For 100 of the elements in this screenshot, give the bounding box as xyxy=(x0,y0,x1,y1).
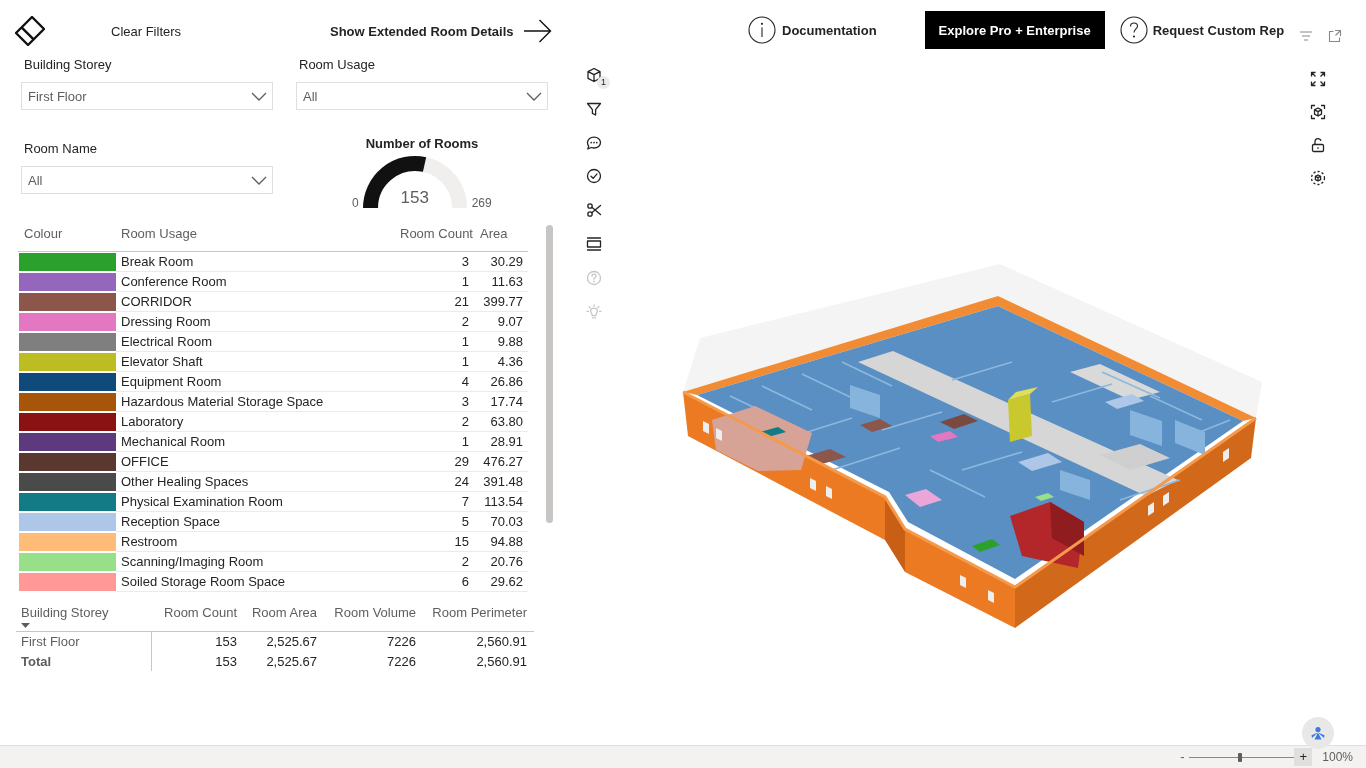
request-report-link[interactable]: Request Custom Rep xyxy=(1119,16,1285,44)
table-cell: 24 xyxy=(400,472,469,492)
table-cell: Elevator Shaft xyxy=(116,352,400,372)
cube-icon[interactable] xyxy=(586,67,602,83)
dropdown[interactable]: All xyxy=(296,82,548,110)
table-cell: 1 xyxy=(400,432,469,452)
table-cell: 1 xyxy=(400,352,469,372)
table-cell: 30.29 xyxy=(469,252,528,272)
slider-thumb[interactable] xyxy=(1237,752,1242,762)
table-cell-text: 2,560.91 xyxy=(475,633,528,651)
table-cell: Dressing Room xyxy=(116,312,400,332)
gauge-value: 153 xyxy=(399,188,430,208)
table-cell: 29 xyxy=(400,452,469,472)
table-cell: 399.77 xyxy=(469,292,528,312)
table-cell: 2 xyxy=(400,552,469,572)
table-cell-text: 2,525.67 xyxy=(265,633,317,651)
column-header: Room Usage xyxy=(120,225,198,241)
table-cell-text: 7226 xyxy=(386,652,416,671)
table-cell: 1 xyxy=(400,272,469,292)
chevron-down-icon xyxy=(251,91,267,101)
table-cell: 63.80 xyxy=(469,412,528,432)
table-cell: 4 xyxy=(400,372,469,392)
column-header[interactable]: Room Count xyxy=(164,605,237,621)
count-badge: 1 xyxy=(597,76,610,89)
comment-icon[interactable] xyxy=(586,134,602,151)
column-header[interactable]: Room Area xyxy=(251,605,317,621)
zoom-out-button[interactable]: - xyxy=(1177,748,1188,766)
table-cell: 15 xyxy=(400,532,469,552)
table-cell: 6 xyxy=(400,572,469,592)
table-cell: 26.86 xyxy=(469,372,528,392)
filter-label: Building Storey xyxy=(23,56,112,74)
table-cell: Total xyxy=(16,651,152,671)
fit-screen-icon[interactable] xyxy=(1310,71,1326,87)
arrow-right-icon xyxy=(524,19,553,43)
chevron-down-icon xyxy=(526,91,542,101)
table-cell: 17.74 xyxy=(469,392,528,412)
zoom-in-button[interactable]: + xyxy=(1294,748,1313,766)
filter-label: Room Name xyxy=(23,140,97,158)
table-cell: 11.63 xyxy=(469,272,528,292)
filter-label: Room Usage xyxy=(298,56,375,74)
table-cell: 9.88 xyxy=(469,332,528,352)
table-cell: 4.36 xyxy=(469,352,528,372)
info-icon xyxy=(748,16,776,44)
table-cell: OFFICE xyxy=(116,452,400,472)
table-cell: Restroom xyxy=(116,532,400,552)
clear-filters-button[interactable]: Clear Filters xyxy=(15,16,182,46)
table-cell: Reception Space xyxy=(116,512,400,532)
table-cell: Equipment Room xyxy=(116,372,400,392)
check-circle-icon[interactable] xyxy=(586,168,602,185)
table-cell: 7 xyxy=(400,492,469,512)
dotted-cube-icon[interactable] xyxy=(1310,170,1326,186)
table-cell: 2 xyxy=(400,312,469,332)
table-cell-text: 153 xyxy=(214,652,237,671)
extended-details-link[interactable]: Show Extended Room Details xyxy=(330,19,553,43)
documentation-link[interactable]: Documentation xyxy=(748,16,877,44)
table-cell: 20.76 xyxy=(469,552,528,572)
table-cell: 391.48 xyxy=(469,472,528,492)
table-cell: 113.54 xyxy=(469,492,528,512)
eraser-icon xyxy=(15,16,45,46)
table-cell: First Floor xyxy=(16,632,152,652)
expand-icon[interactable] xyxy=(1328,29,1343,43)
table-cell: Electrical Room xyxy=(116,332,400,352)
person-icon xyxy=(1309,725,1327,741)
table-cell: 3 xyxy=(400,252,469,272)
column-header: Colour xyxy=(23,225,64,241)
table-cell: 21 xyxy=(400,292,469,312)
table-cell: 2 xyxy=(400,412,469,432)
filter-icon[interactable] xyxy=(586,100,602,117)
table-cell: 1 xyxy=(400,332,469,352)
table-cell: Physical Examination Room xyxy=(116,492,400,512)
scissors-icon[interactable] xyxy=(586,202,602,219)
table-cell: 28.91 xyxy=(469,432,528,452)
dropdown[interactable]: First Floor xyxy=(21,82,273,110)
gauge-title: Number of Rooms xyxy=(365,135,479,153)
dropdown[interactable]: All xyxy=(21,166,273,194)
table-cell: Other Healing Spaces xyxy=(116,472,400,492)
floating-button[interactable] xyxy=(1302,717,1334,749)
frame-icon[interactable] xyxy=(586,236,602,252)
table-cell: 476.27 xyxy=(469,452,528,472)
unlock-icon[interactable] xyxy=(1310,137,1326,153)
table-cell: 70.03 xyxy=(469,512,528,532)
table-cell: Conference Room xyxy=(116,272,400,292)
table-cell-text: 153 xyxy=(214,633,237,651)
table-cell: Break Room xyxy=(116,252,400,272)
column-header[interactable]: Room Volume xyxy=(334,605,416,621)
table-cell: Soiled Storage Room Space xyxy=(116,572,400,592)
gauge-max-label: 269 xyxy=(471,195,492,211)
table-cell: 3 xyxy=(400,392,469,412)
table-cell: 94.88 xyxy=(469,532,528,552)
table-cell: 29.62 xyxy=(469,572,528,592)
scrollbar[interactable] xyxy=(546,225,553,523)
cube-focus-icon[interactable] xyxy=(1310,104,1326,120)
zoom-level: 100% xyxy=(1322,750,1353,764)
column-header[interactable]: Room Perimeter xyxy=(432,605,527,621)
explore-button[interactable]: Explore Pro + Enterprise xyxy=(924,11,1105,49)
table-cell-text: 7226 xyxy=(386,633,416,651)
gauge-min-label: 0 xyxy=(352,195,359,211)
column-header[interactable]: Building Storey xyxy=(21,605,109,621)
table-cell: Laboratory xyxy=(116,412,400,432)
table-cell: 9.07 xyxy=(469,312,528,332)
